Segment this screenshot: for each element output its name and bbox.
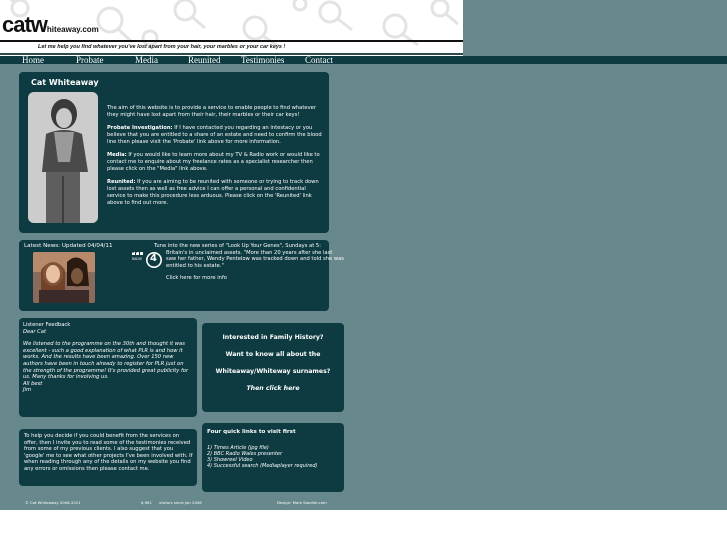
family-history-panel[interactable]: Interested in Family History? Want to kn… [202, 323, 344, 412]
media-text: If you would like to learn more about my… [107, 152, 320, 172]
site-header: catwhiteaway.com Let me help you find wh… [0, 0, 463, 56]
nav-probate[interactable]: Probate [76, 55, 104, 65]
main-nav: Home Probate Media Reunited Testimonies … [0, 55, 727, 65]
testimonials-text: To help you decide if you could benefit … [24, 433, 193, 472]
footer-counter-number: 6,961 [141, 500, 152, 505]
news-title: Latest News: Updated 04/04/11 [24, 243, 113, 249]
site-logo[interactable]: catwhiteaway.com [2, 12, 99, 38]
news-image [33, 252, 95, 303]
quicklinks-title: Four quick links to visit first [207, 429, 296, 435]
logo-big-text: catw [2, 12, 48, 37]
feedback-title: Listener Feedback [23, 322, 71, 328]
page-bottom-whitespace [0, 510, 727, 545]
family-click-link[interactable]: Then click here [202, 385, 344, 392]
feedback-salutation: Dear Cat [23, 328, 46, 335]
footer-copyright: © Cat Whiteaway 2006-2011 [25, 500, 81, 505]
feedback-signoff: All best [23, 380, 43, 387]
family-line-3: Whiteaway/Whiteway surnames? [215, 368, 331, 375]
intro-panel: Cat Whiteaway The aim of this website is… [19, 72, 329, 233]
portrait-photo [28, 92, 98, 223]
feedback-text: Listener Feedback Dear Cat We listened t… [23, 322, 193, 394]
nav-reunited[interactable]: Reunited [188, 55, 221, 65]
family-line-2: Want to know all about the [225, 351, 321, 358]
media-label: Media: [107, 152, 127, 159]
reunited-label: Reunited: [107, 179, 136, 186]
intro-title: Cat Whiteaway [31, 78, 99, 87]
tagline: Let me help you find whatever you've los… [38, 44, 286, 50]
news-line-2: Britain's in unclaimed assets. "More tha… [166, 249, 344, 269]
nav-media[interactable]: Media [135, 55, 158, 65]
quicklink-successful-search[interactable]: 4) Successful search (Mediaplayer requir… [207, 463, 317, 469]
family-line-1: Interested in Family History? [222, 334, 324, 341]
news-photo[interactable] [33, 252, 95, 303]
news-panel: Latest News: Updated 04/04/11 BBC RADIO … [19, 240, 344, 311]
nav-testimonies[interactable]: Testimonies [241, 55, 284, 65]
footer-counter-text: visitors since Jan 2008 [159, 500, 202, 505]
reunited-text: If you are aiming to be reunited with so… [107, 179, 319, 206]
nav-contact[interactable]: Contact [305, 55, 333, 65]
testimonials-panel: To help you decide if you could benefit … [19, 429, 197, 486]
feedback-name: Jim [23, 387, 32, 394]
probate-label: Probate Investigation: [107, 125, 173, 132]
quicklinks-list: 1) Times Article (jpg file) 2) BBC Radio… [207, 445, 317, 469]
bbc-text: BBC [132, 251, 142, 254]
news-line-1: Tune into the new series of "Look Up You… [154, 243, 321, 249]
news-more-link[interactable]: Click here for more info [154, 275, 344, 282]
feedback-body: We listened to the programme on the 30th… [23, 341, 189, 381]
intro-para-reunited: Reunited: If you are aiming to be reunit… [107, 179, 325, 206]
portrait-image [28, 92, 98, 223]
intro-para-media: Media: If you would like to learn more a… [107, 152, 325, 172]
intro-para-probate: Probate Investigation: If I have contact… [107, 125, 325, 145]
news-text: Tune into the new series of "Look Up You… [154, 243, 344, 282]
footer-design-credit[interactable]: Design: Mark Sandler.com [277, 500, 327, 505]
logo-small-text: hiteaway.com [46, 25, 99, 34]
radio-text: RADIO [132, 257, 143, 261]
feedback-panel: Listener Feedback Dear Cat We listened t… [19, 318, 197, 417]
intro-body: The aim of this website is to provide a … [107, 105, 325, 213]
nav-home[interactable]: Home [22, 55, 44, 65]
intro-para-1: The aim of this website is to provide a … [107, 105, 316, 118]
header-bottom-rule [0, 53, 463, 55]
quicklinks-panel: Four quick links to visit first 1) Times… [202, 423, 344, 492]
header-divider [0, 40, 463, 42]
